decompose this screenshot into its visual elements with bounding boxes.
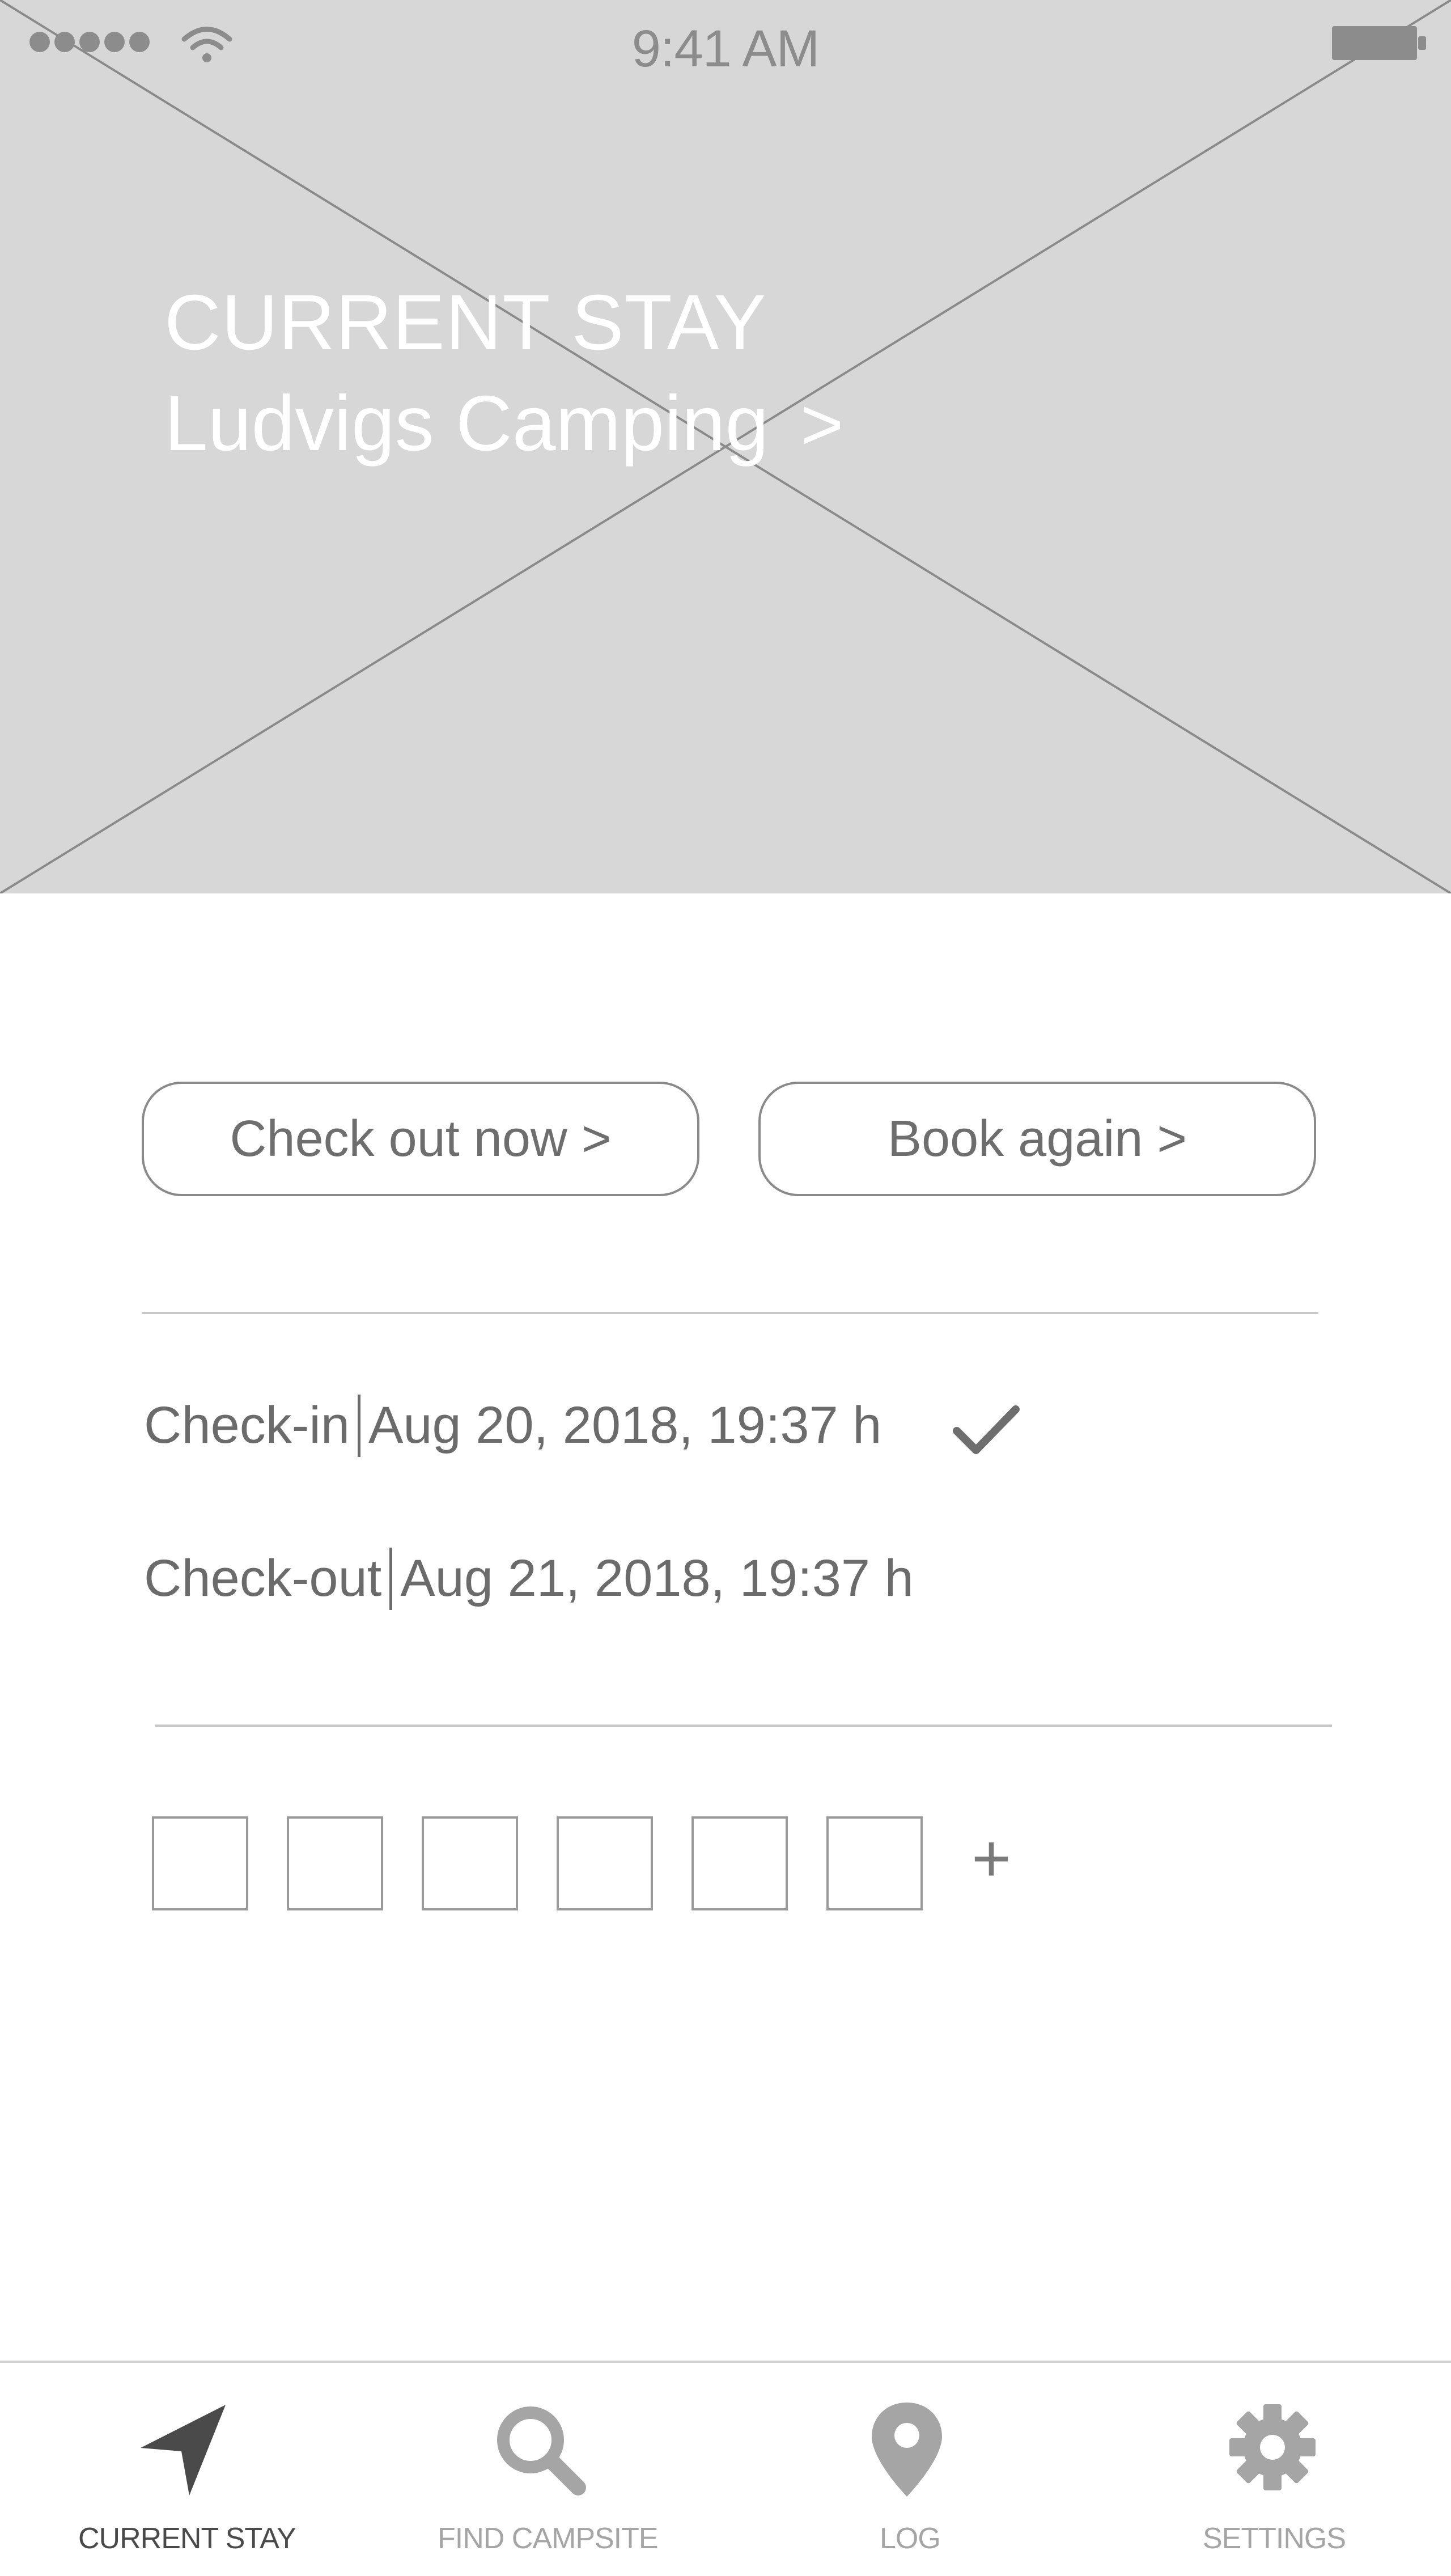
tab-settings[interactable]: SETTINGS <box>1088 2363 1451 2576</box>
tab-label: SETTINGS <box>1203 2522 1346 2555</box>
battery-icon <box>1332 26 1426 60</box>
tab-current-stay[interactable]: CURRENT STAY <box>0 2363 363 2576</box>
tab-label: LOG <box>880 2522 941 2555</box>
checkout-row: Check-out Aug 21, 2018, 19:37 h <box>144 1547 914 1613</box>
status-bar: 9:41 AM <box>0 0 1451 91</box>
chevron-right-icon: > <box>800 382 844 465</box>
checkin-label: Check-in <box>144 1396 350 1454</box>
hero-image-placeholder: 9:41 AM CURRENT STAY Ludvigs Camping > <box>0 0 1451 893</box>
campsite-name-link[interactable]: Ludvigs Camping > <box>164 379 843 469</box>
checkout-value: Aug 21, 2018, 19:37 h <box>400 1549 914 1607</box>
tab-bar: CURRENT STAY FIND CAMPSITE LOG SETTINGS <box>0 2361 1451 2576</box>
checkout-label: Check-out <box>144 1549 382 1607</box>
divider-top <box>142 1312 1318 1314</box>
navigation-arrow-icon <box>141 2405 226 2496</box>
photo-thumbnail[interactable] <box>826 1816 923 1910</box>
separator <box>389 1547 393 1610</box>
campsite-name: Ludvigs Camping <box>164 380 769 467</box>
photo-thumbnail[interactable] <box>691 1816 788 1910</box>
photo-thumbnail[interactable] <box>557 1816 653 1910</box>
tab-log[interactable]: LOG <box>726 2363 1088 2576</box>
add-photo-button[interactable]: + <box>971 1824 1011 1892</box>
checkmark-icon <box>953 1405 1020 1454</box>
gear-icon <box>1229 2404 1316 2490</box>
tab-find-campsite[interactable]: FIND CAMPSITE <box>363 2363 726 2576</box>
hero-heading: CURRENT STAY <box>164 279 767 366</box>
search-icon <box>497 2406 586 2496</box>
tab-label: CURRENT STAY <box>78 2522 296 2555</box>
tab-label: FIND CAMPSITE <box>438 2522 659 2555</box>
current-stay-screen: 9:41 AM CURRENT STAY Ludvigs Camping > C… <box>0 0 1451 2576</box>
separator <box>358 1394 361 1457</box>
photo-thumbnail[interactable] <box>152 1816 248 1910</box>
photo-thumbnail[interactable] <box>287 1816 383 1910</box>
check-out-now-button[interactable]: Check out now > <box>142 1082 699 1196</box>
book-again-button[interactable]: Book again > <box>758 1082 1316 1196</box>
divider-bottom <box>155 1725 1332 1727</box>
checkin-row: Check-in Aug 20, 2018, 19:37 h <box>144 1394 882 1460</box>
photo-thumbnail[interactable] <box>422 1816 518 1910</box>
map-pin-icon <box>872 2403 942 2497</box>
status-time: 9:41 AM <box>631 20 820 78</box>
checkin-value: Aug 20, 2018, 19:37 h <box>368 1396 882 1454</box>
